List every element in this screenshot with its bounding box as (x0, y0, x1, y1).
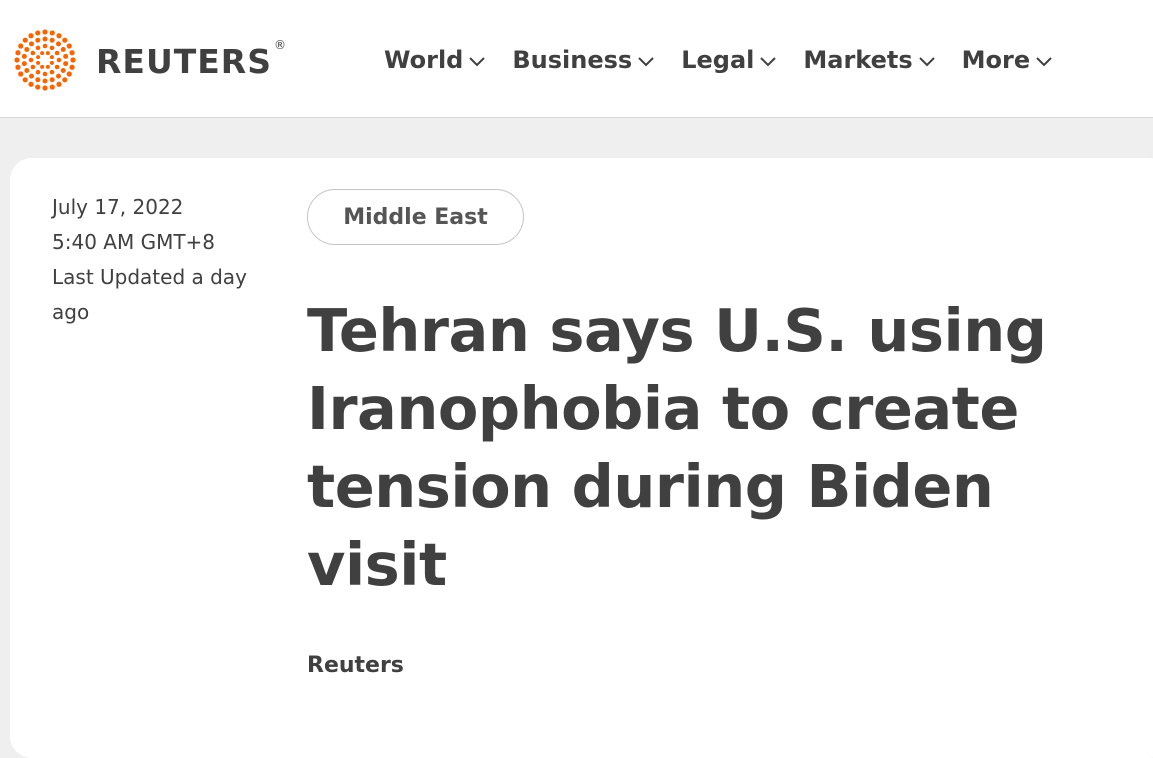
nav-world[interactable]: World (384, 46, 486, 74)
section-tag-link[interactable]: Middle East (307, 189, 524, 245)
logo-dot (49, 45, 55, 51)
site-header: REUTERS ® World Business Legal Markets M… (0, 0, 1153, 118)
logo-dot (49, 84, 55, 90)
reuters-dot-logo-icon (14, 29, 76, 91)
logo-dot (40, 64, 45, 69)
chevron-down-icon (638, 57, 654, 67)
logo-dot (54, 50, 60, 56)
logo-dot (18, 43, 24, 49)
logo-dot (29, 41, 34, 47)
chevron-down-icon (469, 57, 486, 67)
logo-dot (49, 37, 55, 43)
logo-dot (42, 29, 48, 35)
logo-dot (45, 51, 50, 56)
reuters-logo-link[interactable]: REUTERS ® (10, 27, 286, 93)
logo-dot (66, 71, 72, 77)
logo-dot (22, 77, 28, 83)
logo-dot (69, 64, 75, 70)
publish-date: July 17, 2022 (52, 195, 184, 219)
logo-dot (66, 43, 72, 49)
logo-dot (42, 36, 48, 42)
article-meta: July 17, 2022 5:40 AM GMT+8 Last Updated… (52, 190, 267, 330)
brand-wordmark: REUTERS (96, 41, 272, 81)
headline-line: Tehran says U.S. using (307, 296, 1047, 365)
nav-legal[interactable]: Legal (681, 46, 777, 74)
publish-time: 5:40 AM GMT+8 (52, 230, 216, 254)
nav-world-label: World (384, 46, 464, 74)
logo-dot (62, 37, 68, 43)
logo-dot (35, 77, 41, 83)
main-nav: World Business Legal Markets More (384, 40, 1053, 80)
logo-dot (29, 73, 34, 79)
logo-dot (56, 81, 62, 87)
logo-dot (14, 57, 20, 63)
logo-dot (56, 73, 61, 79)
logo-dot (28, 33, 34, 39)
logo-dot (28, 81, 34, 87)
logo-dot (42, 85, 48, 91)
logo-dot (42, 78, 48, 84)
nav-business-label: Business (512, 46, 633, 74)
logo-dot (15, 50, 21, 56)
last-updated-cont: ago (52, 300, 90, 324)
logo-dot (42, 71, 48, 77)
headline-line: Iranophobia to create (307, 374, 1019, 443)
logo-dot (30, 64, 36, 70)
logo-dot (56, 41, 61, 47)
nav-markets[interactable]: Markets (803, 46, 935, 74)
logo-dot (70, 57, 76, 63)
logo-dot (28, 57, 34, 63)
logo-dot (63, 61, 69, 67)
logo-dot (15, 64, 21, 70)
logo-dot (24, 68, 30, 73)
last-updated: Last Updated a day (52, 265, 247, 289)
logo-dot (36, 55, 41, 60)
logo-dot (49, 69, 55, 75)
logo-dot (49, 30, 55, 36)
logo-dot (60, 47, 66, 52)
article-headline: Tehran says U.S. using Iranophobia to cr… (307, 292, 1067, 604)
logo-dot (21, 61, 27, 67)
logo-dot (40, 51, 45, 56)
logo-dot (49, 60, 54, 65)
logo-dot (30, 50, 36, 56)
logo-dot (62, 77, 68, 83)
nav-markets-label: Markets (803, 46, 913, 74)
logo-dot (60, 68, 66, 73)
logo-dot (54, 64, 60, 70)
logo-dot (56, 33, 62, 39)
chevron-down-icon (1036, 57, 1052, 67)
logo-dot (69, 50, 75, 56)
headline-line: visit (307, 530, 447, 599)
logo-dot (45, 64, 50, 69)
logo-dot (18, 71, 24, 77)
logo-dot (63, 53, 69, 59)
logo-dot (21, 53, 27, 59)
chevron-down-icon (760, 57, 777, 67)
nav-more-label: More (961, 46, 1031, 74)
logo-dot (36, 60, 41, 65)
logo-dot (35, 30, 41, 36)
logo-dot (22, 37, 28, 43)
byline-link[interactable]: Reuters (307, 653, 404, 678)
registered-mark: ® (273, 38, 286, 52)
nav-more[interactable]: More (962, 46, 1053, 74)
chevron-down-icon (918, 57, 935, 67)
logo-dot (49, 55, 54, 60)
logo-dot (35, 84, 41, 90)
logo-dot (35, 69, 41, 75)
logo-dot (35, 37, 41, 43)
nav-legal-label: Legal (681, 46, 755, 74)
logo-dot (49, 77, 55, 83)
nav-business[interactable]: Business (512, 46, 655, 74)
logo-dot (42, 43, 48, 49)
headline-line: tension during Biden (307, 452, 994, 521)
logo-dot (24, 47, 30, 52)
logo-dot (56, 57, 62, 63)
logo-dot (35, 45, 41, 51)
